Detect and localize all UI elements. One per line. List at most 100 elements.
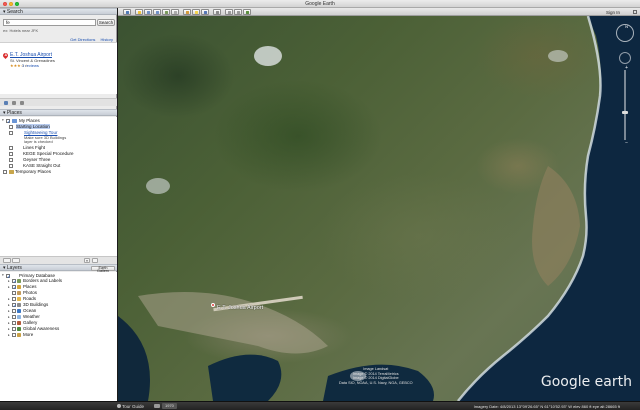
expand-triangle-icon[interactable]: ▾ <box>2 118 4 122</box>
global-awareness-checkbox[interactable] <box>12 327 16 331</box>
airport-pin-icon[interactable] <box>211 303 215 307</box>
folder-icon <box>12 119 17 123</box>
main-toolbar: Sign In <box>118 8 640 16</box>
cloud <box>548 50 568 62</box>
sign-in-link[interactable]: Sign In <box>606 10 620 15</box>
zoom-out-icon[interactable]: − <box>625 140 628 146</box>
expand-triangle-icon[interactable]: ▾ <box>2 273 4 277</box>
roads-checkbox[interactable] <box>12 297 16 301</box>
borders-checkbox[interactable] <box>12 279 17 284</box>
my-places-checkbox[interactable] <box>6 119 11 124</box>
move-joystick[interactable] <box>619 52 631 64</box>
tour-guide-icon[interactable] <box>117 404 121 408</box>
add-placemark-button[interactable] <box>135 9 143 15</box>
earth-viewer[interactable]: N + − E.T. Joshua Airport Image Landsat … <box>118 16 640 401</box>
primary-database-checkbox[interactable] <box>6 274 11 279</box>
lines-fight-checkbox[interactable] <box>9 146 13 150</box>
expand-triangle-icon[interactable]: ▸ <box>8 285 10 289</box>
print-button[interactable] <box>234 9 242 15</box>
toggle-sidebar-button[interactable] <box>123 9 131 15</box>
view-in-maps-button[interactable] <box>243 9 251 15</box>
ocean-checkbox[interactable] <box>12 309 16 313</box>
photos-checkbox[interactable] <box>12 291 16 295</box>
add-path-button[interactable] <box>153 9 161 15</box>
place-label-airport[interactable]: E.T. Joshua Airport <box>217 305 263 311</box>
more-button[interactable]: » <box>84 258 90 263</box>
expand-triangle-icon[interactable]: ▸ <box>8 315 10 319</box>
gallery-checkbox[interactable] <box>12 321 16 325</box>
layer-weather[interactable]: Weather <box>23 314 40 319</box>
weather-layer-icon <box>17 315 21 319</box>
add-folder-icon[interactable] <box>3 258 11 263</box>
tree-item-my-places[interactable]: My Places <box>19 118 40 123</box>
layers-section-header[interactable]: ▾ Layers Earth Gallery <box>0 264 117 273</box>
record-tour-button[interactable] <box>171 9 179 15</box>
sun-button[interactable] <box>192 9 200 15</box>
imagery-copyright: Image Landsat Image © 2014 TerraMetrics … <box>339 367 413 385</box>
temporary-places-checkbox[interactable] <box>3 170 7 174</box>
expand-triangle-icon[interactable]: ▸ <box>8 279 10 283</box>
expand-triangle-icon[interactable]: ▸ <box>8 303 10 307</box>
zoom-in-icon[interactable]: + <box>625 65 628 71</box>
buildings-checkbox[interactable] <box>12 303 17 308</box>
layer-global-awareness[interactable]: Global Awareness <box>23 326 59 331</box>
sidebar: ▾ Search fe Search ex: Hotels near JFK G… <box>0 8 117 410</box>
coordinates-readout: Imagery Date: 4/8/2013 13°09'26.65" N 61… <box>473 404 620 409</box>
tree-item-starting-location[interactable]: Starting Location <box>16 124 50 129</box>
refresh-icon[interactable] <box>12 101 16 105</box>
layer-roads[interactable]: Roads <box>23 296 36 301</box>
sightseeing-tour-checkbox[interactable] <box>9 131 13 135</box>
weather-checkbox[interactable] <box>12 315 16 319</box>
more-checkbox[interactable] <box>12 333 16 337</box>
layer-photos[interactable]: Photos <box>23 290 37 295</box>
zoom-slider[interactable] <box>624 70 626 140</box>
search-button[interactable]: Search <box>97 19 115 26</box>
expand-triangle-icon[interactable]: ▸ <box>8 321 10 325</box>
places-section-header[interactable]: ▾ Places <box>0 109 117 116</box>
tree-item-kege[interactable]: KEGE Special Procedure <box>23 151 74 156</box>
expand-triangle-icon[interactable]: ▸ <box>8 327 10 331</box>
tree-item-temporary-places[interactable]: Temporary Places <box>15 169 51 174</box>
fullscreen-icon[interactable] <box>633 10 637 14</box>
add-image-overlay-button[interactable] <box>162 9 170 15</box>
planets-button[interactable] <box>201 9 209 15</box>
tree-item-lines-fight[interactable]: Lines Fight <box>23 145 45 150</box>
historical-year-badge[interactable]: 1970 <box>162 403 177 409</box>
search-input[interactable]: fe <box>3 19 96 26</box>
email-button[interactable] <box>225 9 233 15</box>
kege-checkbox[interactable] <box>9 152 13 156</box>
ruler-button[interactable] <box>213 9 221 15</box>
layer-places[interactable]: Places <box>23 284 37 289</box>
layers-tree: ▾ Primary Database ▸ Borders and Labels … <box>0 272 117 409</box>
ocean-area <box>118 316 150 401</box>
result-reviews-link[interactable]: 3 reviews <box>22 63 39 68</box>
geyser-checkbox[interactable] <box>9 158 13 162</box>
tour-guide-button[interactable]: Tour Guide <box>122 404 144 409</box>
tree-item-kase[interactable]: KASE Straight Out <box>23 163 60 168</box>
layer-ocean[interactable]: Ocean <box>23 308 36 313</box>
expand-triangle-icon[interactable]: ▸ <box>8 333 10 337</box>
zoom-slider-thumb[interactable] <box>622 111 628 114</box>
copy-to-places-icon[interactable] <box>4 101 8 105</box>
historical-imagery-button[interactable] <box>183 9 191 15</box>
cloud <box>146 178 170 194</box>
layer-3d-buildings[interactable]: 3D Buildings <box>23 302 48 307</box>
places-layer-checkbox[interactable] <box>12 285 17 290</box>
print-results-icon[interactable] <box>20 101 24 105</box>
starting-location-checkbox[interactable] <box>9 125 13 129</box>
expand-triangle-icon[interactable]: ▸ <box>8 297 10 301</box>
add-polygon-button[interactable] <box>144 9 152 15</box>
kase-checkbox[interactable] <box>9 164 13 168</box>
view-toggle-icon[interactable] <box>12 258 20 263</box>
layer-borders-labels[interactable]: Borders and Labels <box>23 278 62 283</box>
search-section-header[interactable]: ▾ Search <box>0 8 117 15</box>
tree-item-geyser-three[interactable]: Geyser Three <box>23 157 50 162</box>
earth-gallery-button[interactable]: Earth Gallery <box>91 266 115 273</box>
add-button[interactable] <box>92 258 98 263</box>
north-indicator: N <box>625 24 628 29</box>
layer-gallery[interactable]: Gallery <box>23 320 37 325</box>
layer-more[interactable]: More <box>23 332 33 337</box>
camera-icon[interactable] <box>154 404 160 408</box>
layers-header-label: Layers <box>6 265 22 271</box>
expand-triangle-icon[interactable]: ▸ <box>8 309 10 313</box>
